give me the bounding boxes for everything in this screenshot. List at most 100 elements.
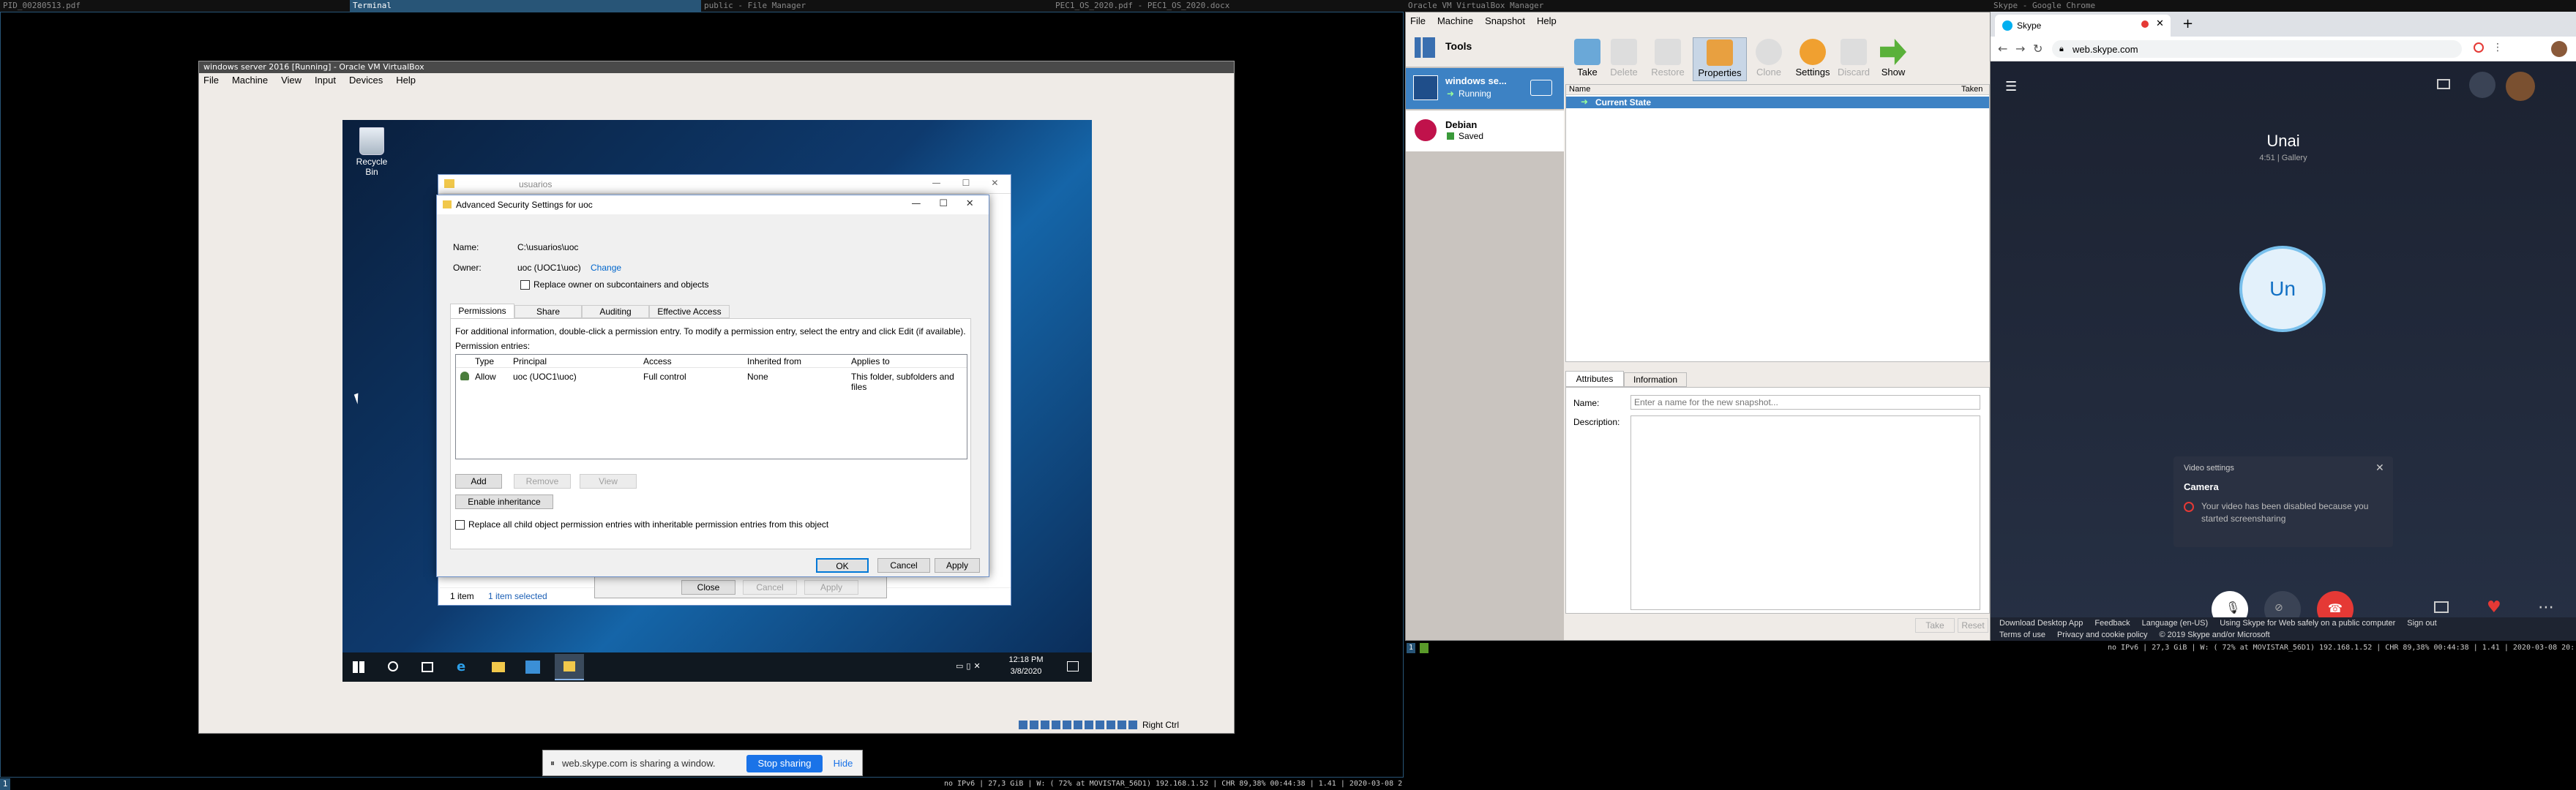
tab-permissions[interactable]: Permissions — [450, 304, 514, 318]
file-explorer-icon[interactable] — [492, 662, 505, 672]
enable-inheritance-button[interactable]: Enable inheritance — [455, 494, 553, 509]
extension-icon[interactable]: ⋮ — [2493, 42, 2503, 53]
fullscreen-icon[interactable] — [2437, 79, 2450, 89]
cancel-button-back[interactable]: Cancel — [743, 580, 797, 595]
hamburger-menu-icon[interactable]: ☰ — [2005, 79, 2017, 94]
wm-title-pec[interactable]: PEC1_OS_2020.pdf - PEC1_OS_2020.docx — [1052, 0, 1404, 12]
minimize-icon[interactable]: — — [911, 198, 921, 209]
show-button[interactable]: Show — [1871, 39, 1915, 78]
cpu-icon[interactable] — [1107, 721, 1115, 729]
vbox-menu-snapshot[interactable]: Snapshot — [1485, 15, 1525, 29]
view-button[interactable]: View — [580, 474, 637, 489]
description-textarea[interactable] — [1630, 415, 1980, 610]
col-principal[interactable]: Principal — [513, 356, 547, 366]
taskbar-time[interactable]: 12:18 PM — [1004, 655, 1048, 664]
footer-link-language[interactable]: Language (en-US) — [2142, 619, 2209, 628]
footer-link-feedback[interactable]: Feedback — [2094, 619, 2130, 628]
col-applies[interactable]: Applies to — [851, 356, 890, 366]
windows-start-icon[interactable] — [353, 661, 364, 673]
vm-menu-input[interactable]: Input — [315, 75, 336, 89]
col-inherited[interactable]: Inherited from — [747, 356, 801, 366]
tray-icons[interactable]: ▭▯✕ — [956, 661, 1000, 673]
keyboard-icon[interactable] — [1128, 721, 1137, 729]
current-state-row[interactable]: ➜ Current State — [1566, 97, 1989, 108]
address-bar[interactable]: 🔒︎ web.skype.com — [2052, 40, 2462, 58]
taskbar-date[interactable]: 3/8/2020 — [1004, 667, 1048, 676]
vm-menu-machine[interactable]: Machine — [232, 75, 268, 89]
workspace-button[interactable]: 1 — [0, 778, 10, 790]
tools-item[interactable]: Tools — [1406, 29, 1564, 67]
edge-browser-icon[interactable]: e — [457, 661, 470, 674]
vbox-menu-machine[interactable]: Machine — [1437, 15, 1473, 29]
reload-icon[interactable]: ↻ — [2033, 42, 2043, 56]
server-manager-icon[interactable] — [525, 661, 540, 674]
display-icon[interactable] — [1085, 721, 1093, 729]
explorer-taskbar-button[interactable] — [555, 654, 584, 680]
ok-button[interactable]: OK — [816, 558, 869, 573]
hdd-icon[interactable] — [1019, 721, 1027, 729]
tab-information[interactable]: Information — [1624, 372, 1687, 387]
change-owner-link[interactable]: Change — [591, 263, 621, 273]
vm-item-windows[interactable]: windows se... ➜ Running — [1406, 68, 1564, 109]
guest-desktop[interactable]: Recycle Bin usuarios — ☐ ✕ 1 item 1 item s… — [342, 120, 1092, 682]
maximize-icon[interactable]: ☐ — [939, 198, 948, 209]
col-taken[interactable]: Taken — [1961, 85, 1982, 94]
footer-link-download[interactable]: Download Desktop App — [1999, 619, 2083, 628]
footer-link-privacy[interactable]: Privacy and cookie policy — [2057, 631, 2148, 639]
opera-icon[interactable] — [2474, 42, 2484, 53]
table-row[interactable]: Allow uoc (UOC1\uoc) Full control None T… — [456, 369, 967, 392]
maximize-icon[interactable]: ☐ — [962, 178, 970, 188]
vm-item-debian[interactable]: Debian Saved — [1406, 110, 1564, 151]
workspace-button-2[interactable]: 1 — [1407, 643, 1415, 653]
audio-icon[interactable] — [1041, 721, 1049, 729]
col-name[interactable]: Name — [1569, 85, 1590, 94]
replace-owner-checkbox[interactable] — [520, 280, 530, 290]
vbox-menu-help[interactable]: Help — [1537, 15, 1557, 29]
stop-sharing-button[interactable]: Stop sharing — [746, 755, 823, 772]
vm-menu-view[interactable]: View — [281, 75, 302, 89]
close-button[interactable]: Close — [681, 580, 735, 595]
footer-link-safety[interactable]: Using Skype for Web safely on a public c… — [2220, 619, 2395, 628]
task-view-icon[interactable] — [422, 662, 433, 672]
usb-icon[interactable] — [1063, 721, 1071, 729]
remove-button[interactable]: Remove — [514, 474, 571, 489]
heart-icon[interactable]: ♥ — [2487, 598, 2501, 617]
more-options-icon[interactable]: ⋯ — [2538, 598, 2554, 617]
recycle-bin[interactable]: Recycle Bin — [350, 127, 394, 177]
add-people-icon[interactable] — [2469, 72, 2496, 98]
tab-attributes[interactable]: Attributes — [1565, 371, 1624, 387]
tray-icon[interactable] — [1420, 643, 1429, 653]
wm-title-pdf[interactable]: PID_00280513.pdf — [0, 0, 351, 12]
wm-title-vbox-manager[interactable]: Oracle VM VirtualBox Manager — [1405, 0, 1991, 12]
discard-button[interactable]: Discard — [1832, 39, 1876, 78]
take-button[interactable]: Take — [1915, 618, 1955, 633]
replace-child-checkbox[interactable] — [455, 520, 465, 530]
search-icon[interactable] — [388, 661, 398, 672]
network-icon[interactable] — [1052, 721, 1060, 729]
cancel-button[interactable]: Cancel — [877, 558, 930, 573]
profile-avatar[interactable] — [2551, 41, 2567, 57]
close-tab-icon[interactable]: ✕ — [2156, 18, 2164, 29]
optical-icon[interactable] — [1030, 721, 1038, 729]
restore-snapshot-button[interactable]: Restore — [1646, 39, 1690, 78]
col-access[interactable]: Access — [643, 356, 672, 366]
close-icon[interactable]: ✕ — [2375, 462, 2384, 474]
col-type[interactable]: Type — [475, 356, 494, 366]
settings-button[interactable]: Settings — [1791, 39, 1835, 78]
tab-auditing[interactable]: Auditing — [582, 305, 649, 318]
properties-button[interactable]: Properties — [1693, 37, 1747, 81]
snapshot-name-input[interactable] — [1630, 395, 1980, 410]
reset-button[interactable]: Reset — [1958, 618, 1988, 633]
wm-title-chrome[interactable]: Skype - Google Chrome — [1991, 0, 2576, 12]
wm-title-terminal[interactable]: Terminal — [350, 0, 701, 12]
mouse-integration-icon[interactable] — [1117, 721, 1126, 729]
vm-menu-devices[interactable]: Devices — [349, 75, 383, 89]
vm-menu-icon[interactable] — [1530, 80, 1552, 96]
hide-button[interactable]: Hide — [828, 755, 858, 772]
chrome-tab-skype[interactable]: Skype ✕ — [1995, 15, 2171, 37]
vm-menu-help[interactable]: Help — [396, 75, 416, 89]
tab-share[interactable]: Share — [514, 305, 582, 318]
apply-button[interactable]: Apply — [935, 558, 980, 573]
recording-icon[interactable] — [1096, 721, 1104, 729]
add-button[interactable]: Add — [455, 474, 502, 489]
